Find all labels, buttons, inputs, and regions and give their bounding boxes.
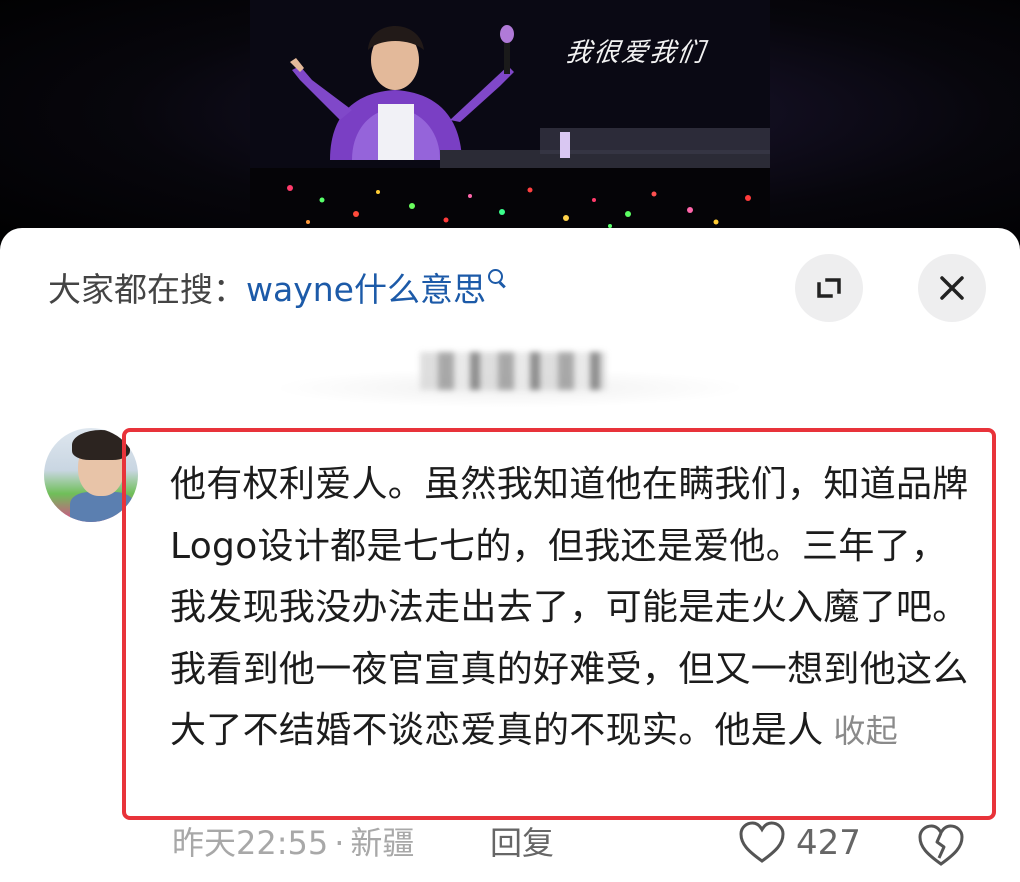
heart-icon [739, 821, 785, 863]
video-caption: 我很爱我们 [563, 38, 708, 68]
expand-button[interactable] [795, 254, 863, 322]
like-count: 427 [796, 823, 861, 863]
comment-time: 昨天22:55 [172, 824, 329, 862]
dislike-button[interactable] [916, 820, 966, 870]
search-icon[interactable] [487, 269, 506, 289]
meta-separator: · [334, 824, 345, 862]
close-button[interactable] [918, 254, 986, 322]
comment-body: 他有权利爱人。虽然我知道他在瞒我们，知道品牌Logo设计都是七七的，但我还是爱他… [170, 454, 970, 763]
search-suggestion-prefix: 大家都在搜： [48, 270, 246, 309]
comment-sheet: 大家都在搜：wayne什么意思 他有权利爱人。虽然我知道他在瞒我们，知道品牌Lo… [0, 228, 1020, 882]
screen: 我很爱我们 大家都在搜：wayne什么意思 他有权利爱人。虽然我知道他在瞒我们，… [0, 0, 1020, 882]
concert-video[interactable]: 我很爱我们 [0, 0, 1020, 250]
close-icon [940, 276, 964, 300]
comment-text: 他有权利爱人。虽然我知道他在瞒我们，知道品牌Logo设计都是七七的，但我还是爱他… [170, 464, 969, 751]
like-button[interactable]: 427 [738, 818, 861, 868]
expand-icon [817, 278, 841, 298]
reply-button[interactable]: 回复 [490, 820, 554, 866]
comment-meta: 昨天22:55 · 新疆 [172, 820, 414, 866]
broken-heart-icon [918, 824, 964, 866]
search-suggestion[interactable]: 大家都在搜：wayne什么意思 [48, 266, 506, 314]
collapse-link[interactable]: 收起 [833, 712, 898, 750]
search-suggestion-link[interactable]: wayne什么意思 [246, 270, 486, 309]
comment-location: 新疆 [350, 824, 415, 862]
username-redacted [420, 352, 606, 390]
concert-scene [250, 0, 770, 232]
